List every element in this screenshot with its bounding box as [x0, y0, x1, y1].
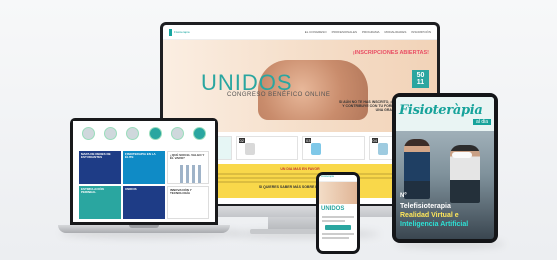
nav-link[interactable]: MODALIDADES [384, 30, 406, 34]
category-icon[interactable] [148, 127, 162, 140]
article-tile[interactable]: INNOVACIÓN Y TECNOLOGÍA [167, 186, 209, 219]
date-day-2: 11 [416, 79, 425, 86]
article-title: ¿QUÉ SON EL VALGO Y EL VARO? [170, 153, 205, 161]
smartphone: Fisioterapia UNIDOS [316, 172, 360, 254]
article-title: INNOVACIÓN Y TECNOLOGÍA [170, 188, 192, 196]
article-tile[interactable]: MAPA DE REDES DE ESTUDIANTES [79, 151, 121, 184]
card-number: 04 [371, 138, 378, 143]
site-logo[interactable]: Fisioterapia [169, 28, 202, 36]
category-icon[interactable] [170, 127, 184, 140]
nav-link[interactable]: EL CONGRESO [305, 30, 327, 34]
phone-logo[interactable]: Fisioterapia [319, 175, 357, 182]
document-icon [244, 143, 255, 155]
hero-subheadline: CONGRESO BENÉFICO ONLINE [227, 92, 331, 98]
tablet: Fisioteràpia al dia Nº Telefisioterapia … [392, 93, 498, 243]
category-icon[interactable] [103, 127, 117, 140]
date-badge: 50 11 [412, 70, 429, 88]
registration-banner: ¡INSCRIPCIONES ABIERTAS! [352, 50, 429, 56]
vr-headset-icon [452, 152, 472, 158]
laptop-screen: MAPA DE REDES DE ESTUDIANTES FISIOTERAPI… [73, 121, 215, 222]
category-icon[interactable] [126, 127, 140, 140]
magazine-subtitle: al dia [473, 119, 491, 125]
category-icon[interactable] [81, 127, 95, 140]
magazine-title: Fisioteràpia [399, 103, 483, 118]
article-tile[interactable]: UNIDOS [123, 186, 165, 219]
article-title: MAPA DE REDES DE ESTUDIANTES [81, 152, 111, 160]
text-line [322, 237, 349, 239]
phone-headline: UNIDOS [321, 206, 345, 212]
article-tile[interactable]: ESTIMULACIÓN PERINEAL [79, 186, 121, 219]
category-icons [73, 121, 215, 142]
tablet-screen: Fisioteràpia al dia Nº Telefisioterapia … [396, 97, 494, 239]
article-tile[interactable]: ¿QUÉ SON EL VALGO Y EL VARO? [167, 151, 209, 184]
therapist-figure [404, 139, 430, 199]
cover-headline-3: Inteligencia Artificial [400, 221, 469, 228]
card-number: 03 [305, 138, 312, 143]
category-icon[interactable] [193, 127, 207, 140]
phone-cta-button[interactable] [325, 225, 351, 230]
text-line [322, 216, 354, 218]
feature-card[interactable]: 03 [302, 136, 365, 160]
laptop-notch [129, 225, 159, 228]
text-line [322, 233, 354, 235]
nav-link[interactable]: INSCRIPCIÓN [411, 30, 431, 34]
desktop-navbar: Fisioterapia EL CONGRESO PROFESIONALES P… [163, 25, 437, 40]
cover-headline-2: Realidad Virtual e [400, 212, 459, 219]
date-day: 50 [416, 72, 425, 79]
nav-link[interactable]: PROFESIONALES [332, 30, 357, 34]
article-title: FISIOTERAPIA EN LA ÉLITE [125, 152, 156, 160]
card-number: 02 [238, 138, 245, 143]
laptop-icon [311, 143, 321, 155]
text-line [322, 220, 345, 222]
nav-link[interactable]: PROGRAMA [362, 30, 380, 34]
cover-headline-1: Telefisioterapia [400, 203, 451, 210]
nav-links: EL CONGRESO PROFESIONALES PROGRAMA MODAL… [305, 30, 431, 34]
article-grid: MAPA DE REDES DE ESTUDIANTES FISIOTERAPI… [79, 151, 209, 219]
issue-number: Nº [400, 193, 407, 199]
laptop: MAPA DE REDES DE ESTUDIANTES FISIOTERAPI… [70, 118, 218, 225]
feature-card[interactable]: 02 [235, 136, 298, 160]
phone-hero [319, 182, 357, 204]
phone-screen: Fisioterapia UNIDOS [319, 175, 357, 251]
article-title: ESTIMULACIÓN PERINEAL [81, 187, 104, 195]
article-title: UNIDOS [125, 187, 137, 191]
article-tile[interactable]: FISIOTERAPIA EN LA ÉLITE [123, 151, 165, 184]
device-mockup-scene: Fisioterapia EL CONGRESO PROFESIONALES P… [0, 0, 557, 260]
form-icon [377, 143, 388, 155]
legs-image [180, 165, 202, 183]
